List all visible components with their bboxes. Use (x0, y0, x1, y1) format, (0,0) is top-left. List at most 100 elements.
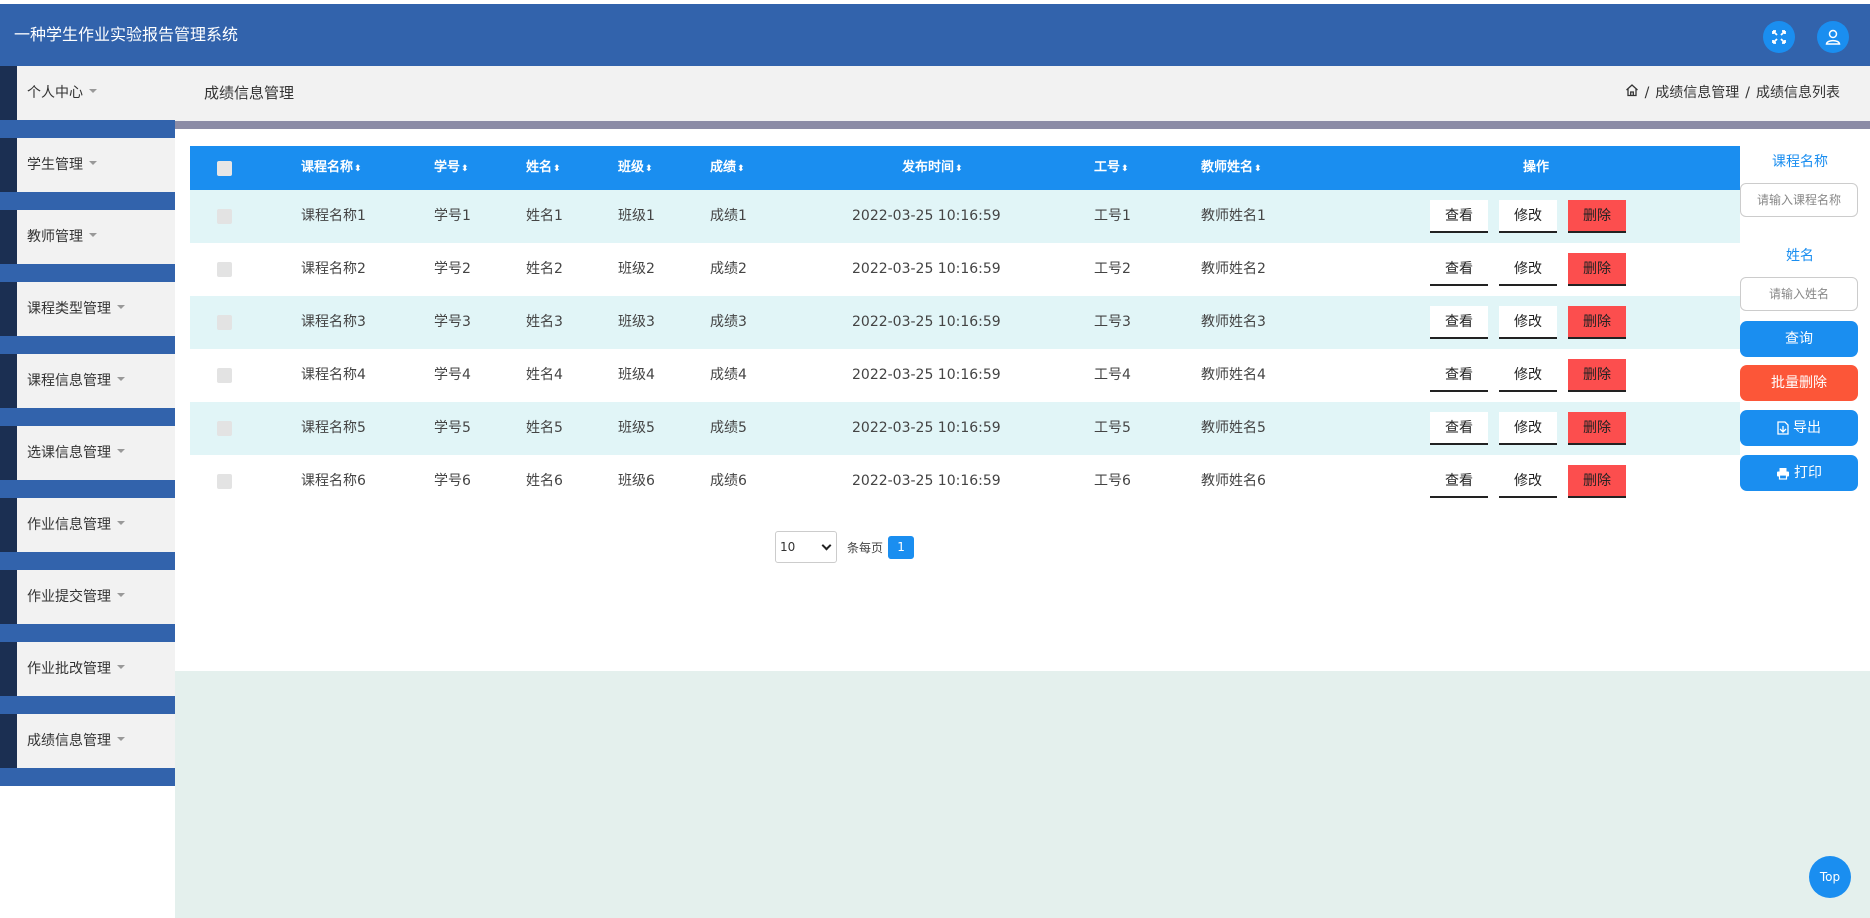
edit-button[interactable]: 修改 (1499, 412, 1557, 445)
app-title: 一种学生作业实验报告管理系统 (14, 25, 239, 44)
name-label: 姓名 (1786, 248, 1814, 264)
row-checkbox[interactable] (217, 209, 232, 224)
view-button[interactable]: 查看 (1430, 465, 1488, 498)
sidebar-item-homework-info[interactable]: 作业信息管理 (0, 498, 175, 570)
back-to-top-button[interactable]: Top (1809, 856, 1851, 898)
user-icon[interactable] (1817, 21, 1849, 53)
fullscreen-icon[interactable] (1763, 21, 1795, 53)
edit-button[interactable]: 修改 (1499, 200, 1557, 233)
sidebar-item-label: 成绩信息管理 (27, 733, 111, 749)
sidebar-item-label: 课程类型管理 (27, 301, 111, 317)
cell-student-id: 学号6 (434, 473, 471, 489)
table-row: 课程名称1 学号1 姓名1 班级1 成绩1 2022-03-25 10:16:5… (190, 190, 1740, 243)
sidebar-item-course-selection[interactable]: 选课信息管理 (0, 426, 175, 498)
cell-course-name: 课程名称2 (301, 261, 366, 277)
top-header: 一种学生作业实验报告管理系统 (0, 4, 1870, 66)
name-input[interactable]: 请输入姓名 (1740, 277, 1858, 311)
column-header-student-id[interactable]: 学号⬍ (434, 146, 469, 191)
cell-class: 班级5 (618, 420, 655, 436)
column-header-teacher-name[interactable]: 教师姓名⬍ (1201, 146, 1262, 191)
sort-icon: ⬍ (737, 164, 745, 174)
column-header-staff-id[interactable]: 工号⬍ (1094, 146, 1129, 191)
cell-student-id: 学号3 (434, 314, 471, 330)
sidebar-item-personal-center[interactable]: 个人中心 (0, 66, 175, 138)
cell-publish-time: 2022-03-25 10:16:59 (852, 261, 1001, 277)
print-button[interactable]: 打印 (1740, 455, 1858, 491)
edit-button[interactable]: 修改 (1499, 253, 1557, 286)
home-icon[interactable] (1625, 66, 1639, 121)
cell-class: 班级2 (618, 261, 655, 277)
column-header-publish-time[interactable]: 发布时间⬍ (902, 146, 963, 191)
delete-button[interactable]: 删除 (1568, 253, 1626, 286)
export-button[interactable]: 导出 (1740, 410, 1858, 446)
sidebar-item-homework-grading[interactable]: 作业批改管理 (0, 642, 175, 714)
cell-publish-time: 2022-03-25 10:16:59 (852, 314, 1001, 330)
page-button[interactable]: 1 (888, 535, 915, 559)
sidebar-item-homework-submit[interactable]: 作业提交管理 (0, 570, 175, 642)
cell-course-name: 课程名称6 (301, 473, 366, 489)
cell-class: 班级3 (618, 314, 655, 330)
column-header-course-name[interactable]: 课程名称⬍ (301, 146, 362, 191)
sidebar-item-label: 作业批改管理 (27, 661, 111, 677)
breadcrumb-separator: / (1745, 85, 1750, 101)
cell-staff-id: 工号6 (1094, 473, 1131, 489)
sidebar-item-label: 学生管理 (27, 157, 83, 173)
main-area: 成绩信息管理 / 成绩信息管理 / 成绩信息列表 课程名称⬍ 学号⬍ 姓名⬍ 班… (175, 66, 1870, 918)
view-button[interactable]: 查看 (1430, 200, 1488, 233)
page-title: 成绩信息管理 (204, 84, 295, 102)
cell-staff-id: 工号2 (1094, 261, 1131, 277)
cell-course-name: 课程名称5 (301, 420, 366, 436)
page-size-select[interactable]: 10 (775, 531, 837, 563)
view-button[interactable]: 查看 (1430, 359, 1488, 392)
cell-course-name: 课程名称4 (301, 367, 366, 383)
query-button[interactable]: 查询 (1740, 321, 1858, 357)
data-table: 课程名称⬍ 学号⬍ 姓名⬍ 班级⬍ 成绩⬍ 发布时间⬍ 工号⬍ 教师姓名⬍ 操作… (190, 146, 1740, 508)
row-checkbox[interactable] (217, 474, 232, 489)
edit-button[interactable]: 修改 (1499, 465, 1557, 498)
column-header-name[interactable]: 姓名⬍ (526, 146, 561, 191)
view-button[interactable]: 查看 (1430, 253, 1488, 286)
sidebar-item-label: 课程信息管理 (27, 373, 111, 389)
edit-button[interactable]: 修改 (1499, 306, 1557, 339)
view-button[interactable]: 查看 (1430, 412, 1488, 445)
table-row: 课程名称3 学号3 姓名3 班级3 成绩3 2022-03-25 10:16:5… (190, 296, 1740, 349)
sidebar-item-student[interactable]: 学生管理 (0, 138, 175, 210)
caret-down-icon (89, 89, 97, 93)
row-checkbox[interactable] (217, 262, 232, 277)
table-row: 课程名称5 学号5 姓名5 班级5 成绩5 2022-03-25 10:16:5… (190, 402, 1740, 455)
caret-down-icon (117, 593, 125, 597)
batch-delete-button[interactable]: 批量删除 (1740, 365, 1858, 401)
table-row: 课程名称2 学号2 姓名2 班级2 成绩2 2022-03-25 10:16:5… (190, 243, 1740, 296)
sort-icon: ⬍ (955, 164, 963, 174)
select-all-checkbox[interactable] (217, 161, 232, 176)
divider (175, 121, 1870, 129)
delete-button[interactable]: 删除 (1568, 306, 1626, 339)
delete-button[interactable]: 删除 (1568, 359, 1626, 392)
column-header-class[interactable]: 班级⬍ (618, 146, 653, 191)
column-header-grade[interactable]: 成绩⬍ (710, 146, 745, 191)
row-checkbox[interactable] (217, 368, 232, 383)
cell-publish-time: 2022-03-25 10:16:59 (852, 420, 1001, 436)
cell-grade: 成绩4 (710, 367, 747, 383)
sidebar-item-course-info[interactable]: 课程信息管理 (0, 354, 175, 426)
sidebar-item-course-type[interactable]: 课程类型管理 (0, 282, 175, 354)
delete-button[interactable]: 删除 (1568, 200, 1626, 233)
column-header-actions: 操作 (1523, 160, 1550, 175)
content-panel: 课程名称⬍ 学号⬍ 姓名⬍ 班级⬍ 成绩⬍ 发布时间⬍ 工号⬍ 教师姓名⬍ 操作… (175, 129, 1870, 671)
delete-button[interactable]: 删除 (1568, 465, 1626, 498)
row-checkbox[interactable] (217, 315, 232, 330)
cell-publish-time: 2022-03-25 10:16:59 (852, 208, 1001, 224)
view-button[interactable]: 查看 (1430, 306, 1488, 339)
breadcrumb-item[interactable]: 成绩信息管理 (1655, 66, 1739, 121)
edit-button[interactable]: 修改 (1499, 359, 1557, 392)
row-checkbox[interactable] (217, 421, 232, 436)
course-name-input[interactable]: 请输入课程名称 (1740, 183, 1858, 217)
pagination: 10 条每页 1 (775, 531, 915, 563)
cell-staff-id: 工号1 (1094, 208, 1131, 224)
caret-down-icon (117, 665, 125, 669)
sidebar-item-teacher[interactable]: 教师管理 (0, 210, 175, 282)
export-icon (1777, 421, 1789, 435)
delete-button[interactable]: 删除 (1568, 412, 1626, 445)
cell-grade: 成绩6 (710, 473, 747, 489)
sidebar-item-grade-info[interactable]: 成绩信息管理 (0, 714, 175, 786)
